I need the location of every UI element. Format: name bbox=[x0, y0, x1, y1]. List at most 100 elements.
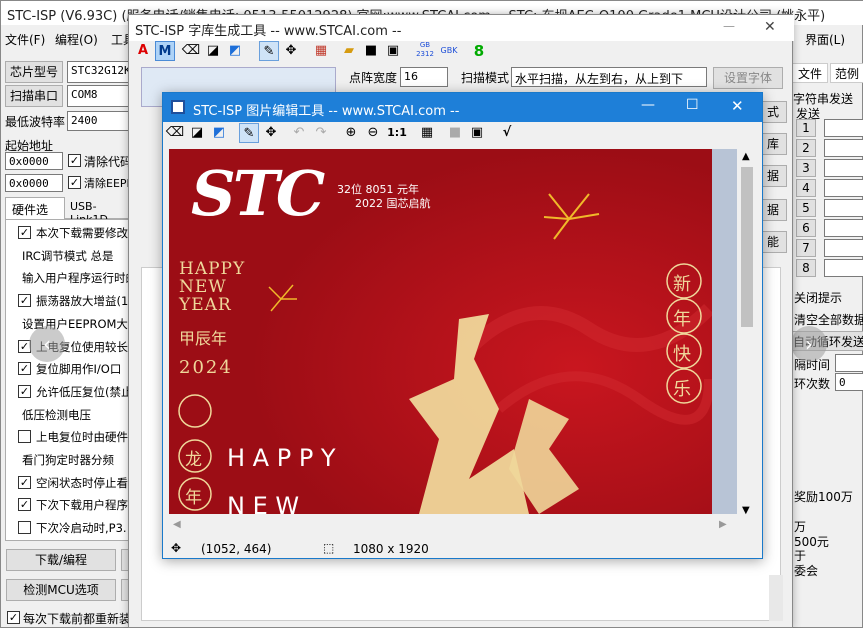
grid-icon[interactable]: ▦ bbox=[417, 123, 437, 143]
undo-icon[interactable]: ↶ bbox=[289, 123, 309, 143]
send-row-button[interactable]: 1 bbox=[796, 119, 816, 137]
font-tool-minimize-icon[interactable]: — bbox=[723, 19, 735, 33]
send-row-button[interactable]: 2 bbox=[796, 139, 816, 157]
option-label: 输入用户程序运行时的 bbox=[22, 271, 137, 286]
scroll-down-icon[interactable]: ▼ bbox=[742, 505, 750, 516]
image-editor-title: STC-ISP 图片编辑工具 -- www.STCAI.com -- bbox=[163, 93, 762, 122]
menu-interface[interactable]: 界面(L) bbox=[805, 31, 845, 48]
option-checkbox[interactable]: ✓ bbox=[18, 498, 31, 512]
scroll-right-icon[interactable]: ▶ bbox=[719, 519, 727, 530]
xin-char: 新 bbox=[673, 274, 691, 295]
download-button[interactable]: 下载/编程 bbox=[6, 549, 116, 571]
interval-field[interactable] bbox=[835, 354, 863, 372]
save-icon[interactable]: ■ bbox=[361, 41, 381, 61]
option-label: 振荡器放大增益(1 bbox=[36, 294, 129, 309]
send-row-button[interactable]: 3 bbox=[796, 159, 816, 177]
zoom-reset-icon[interactable]: 1:1 bbox=[387, 123, 407, 143]
option-checkbox[interactable] bbox=[18, 521, 31, 535]
editor-toolbar: ⌫ ◪ ◩ ✎ ✥ ↶ ↷ ⊕ ⊖ 1:1 ▦ ■ ▣ √ bbox=[163, 123, 762, 147]
gbk-icon[interactable]: GBK bbox=[437, 41, 461, 61]
eraser-icon[interactable]: ⌫ bbox=[165, 123, 185, 143]
send-row-field[interactable] bbox=[824, 159, 863, 177]
editor-close-icon[interactable]: ✕ bbox=[731, 97, 744, 115]
set-font-button[interactable]: 设置字体 bbox=[713, 67, 783, 89]
side-button-4[interactable]: 据 bbox=[759, 199, 787, 221]
clear-code-checkbox[interactable]: ✓ bbox=[68, 154, 81, 167]
grid-icon[interactable]: ▦ bbox=[311, 41, 331, 61]
gb2312-icon[interactable]: GB 2312 bbox=[415, 41, 435, 61]
font-color-icon[interactable]: A bbox=[133, 41, 153, 61]
font-output-scrollbar[interactable] bbox=[769, 575, 783, 621]
option-checkbox[interactable]: ✓ bbox=[18, 226, 31, 239]
side-button-2[interactable]: 库 bbox=[759, 133, 787, 155]
send-row-field[interactable] bbox=[824, 179, 863, 197]
saveas-icon[interactable]: ▣ bbox=[467, 123, 487, 143]
vertical-scroll-thumb[interactable] bbox=[741, 167, 753, 327]
option-checkbox[interactable]: ✓ bbox=[18, 475, 31, 489]
fill-icon[interactable]: ◪ bbox=[203, 41, 223, 61]
send-row-button[interactable]: 4 bbox=[796, 179, 816, 197]
next-arrow-icon[interactable]: › bbox=[791, 326, 827, 362]
dot-width-select[interactable]: 16 bbox=[400, 67, 448, 87]
move-icon[interactable]: ✥ bbox=[281, 41, 301, 61]
replace-icon[interactable]: ◩ bbox=[209, 123, 229, 143]
saveas-icon[interactable]: ▣ bbox=[383, 41, 403, 61]
fill-icon[interactable]: ◪ bbox=[187, 123, 207, 143]
option-checkbox[interactable]: ✓ bbox=[18, 294, 31, 308]
option-checkbox[interactable] bbox=[18, 430, 31, 444]
image-canvas[interactable]: STC 32位 8051 元年 2022 国芯启航 HAPPY NEW YEAR… bbox=[169, 149, 712, 514]
chip-type-select[interactable]: STC32G12K128 bbox=[67, 61, 133, 83]
tab-hardware[interactable]: 硬件选项 bbox=[5, 197, 65, 234]
pencil-icon[interactable]: ✎ bbox=[239, 123, 259, 143]
editor-minimize-icon[interactable]: — bbox=[641, 97, 655, 113]
port-select[interactable]: COM8 bbox=[67, 85, 133, 107]
send-row-field[interactable] bbox=[824, 119, 863, 137]
side-button-5[interactable]: 能 bbox=[759, 231, 787, 253]
tab-file[interactable]: 文件 bbox=[792, 63, 828, 83]
horizontal-scrollbar[interactable]: ◀ ▶ bbox=[169, 517, 737, 534]
digit-icon[interactable]: 8 bbox=[469, 41, 489, 61]
replace-icon[interactable]: ◩ bbox=[225, 41, 245, 61]
send-row-field[interactable] bbox=[824, 259, 863, 277]
tab-examples[interactable]: 范例 bbox=[830, 63, 863, 83]
send-row-button[interactable]: 8 bbox=[796, 259, 816, 277]
move-icon[interactable]: ✥ bbox=[261, 123, 281, 143]
redo-icon[interactable]: ↷ bbox=[311, 123, 331, 143]
eraser-icon[interactable]: ⌫ bbox=[181, 41, 201, 61]
scan-mode-select[interactable]: 水平扫描，从左到右，从上到下 bbox=[511, 67, 707, 87]
zoom-out-icon[interactable]: ⊖ bbox=[363, 123, 383, 143]
side-button-1[interactable]: 式 bbox=[759, 101, 787, 123]
vertical-scrollbar[interactable]: ▲ ▼ bbox=[737, 149, 757, 522]
scroll-up-icon[interactable]: ▲ bbox=[742, 151, 750, 162]
detect-mcu-button[interactable]: 检测MCU选项 bbox=[6, 579, 116, 601]
scan-port-button[interactable]: 扫描串口 bbox=[5, 85, 63, 107]
apply-icon[interactable]: √ bbox=[497, 123, 517, 143]
zoom-in-icon[interactable]: ⊕ bbox=[341, 123, 361, 143]
start-address-1[interactable]: 0x0000 bbox=[5, 152, 63, 170]
font-bold-icon[interactable]: M bbox=[155, 41, 175, 61]
clear-eeprom-checkbox[interactable]: ✓ bbox=[68, 176, 81, 189]
reload-checkbox[interactable]: ✓ bbox=[7, 611, 20, 624]
start-address-2[interactable]: 0x0000 bbox=[5, 174, 63, 192]
side-button-3[interactable]: 据 bbox=[759, 165, 787, 187]
prev-arrow-icon[interactable]: ‹ bbox=[29, 326, 65, 362]
menu-program[interactable]: 编程(O) bbox=[55, 31, 98, 48]
menu-file[interactable]: 文件(F) bbox=[5, 31, 45, 48]
pencil-icon[interactable]: ✎ bbox=[259, 41, 279, 61]
option-checkbox[interactable]: ✓ bbox=[18, 384, 31, 398]
send-row-field[interactable] bbox=[824, 199, 863, 217]
option-checkbox[interactable]: ✓ bbox=[18, 362, 31, 376]
send-row-button[interactable]: 7 bbox=[796, 239, 816, 257]
loop-count-field[interactable]: 0 bbox=[835, 373, 863, 391]
send-row-field[interactable] bbox=[824, 139, 863, 157]
font-tool-close-icon[interactable]: ✕ bbox=[764, 19, 776, 35]
editor-maximize-icon[interactable]: ☐ bbox=[686, 97, 699, 113]
baud-select[interactable]: 2400 bbox=[67, 111, 133, 131]
send-row-field[interactable] bbox=[824, 219, 863, 237]
open-icon[interactable]: ▰ bbox=[339, 41, 359, 61]
scroll-left-icon[interactable]: ◀ bbox=[173, 519, 181, 530]
send-row-button[interactable]: 6 bbox=[796, 219, 816, 237]
send-row-button[interactable]: 5 bbox=[796, 199, 816, 217]
send-row-field[interactable] bbox=[824, 239, 863, 257]
save-icon[interactable]: ■ bbox=[445, 123, 465, 143]
